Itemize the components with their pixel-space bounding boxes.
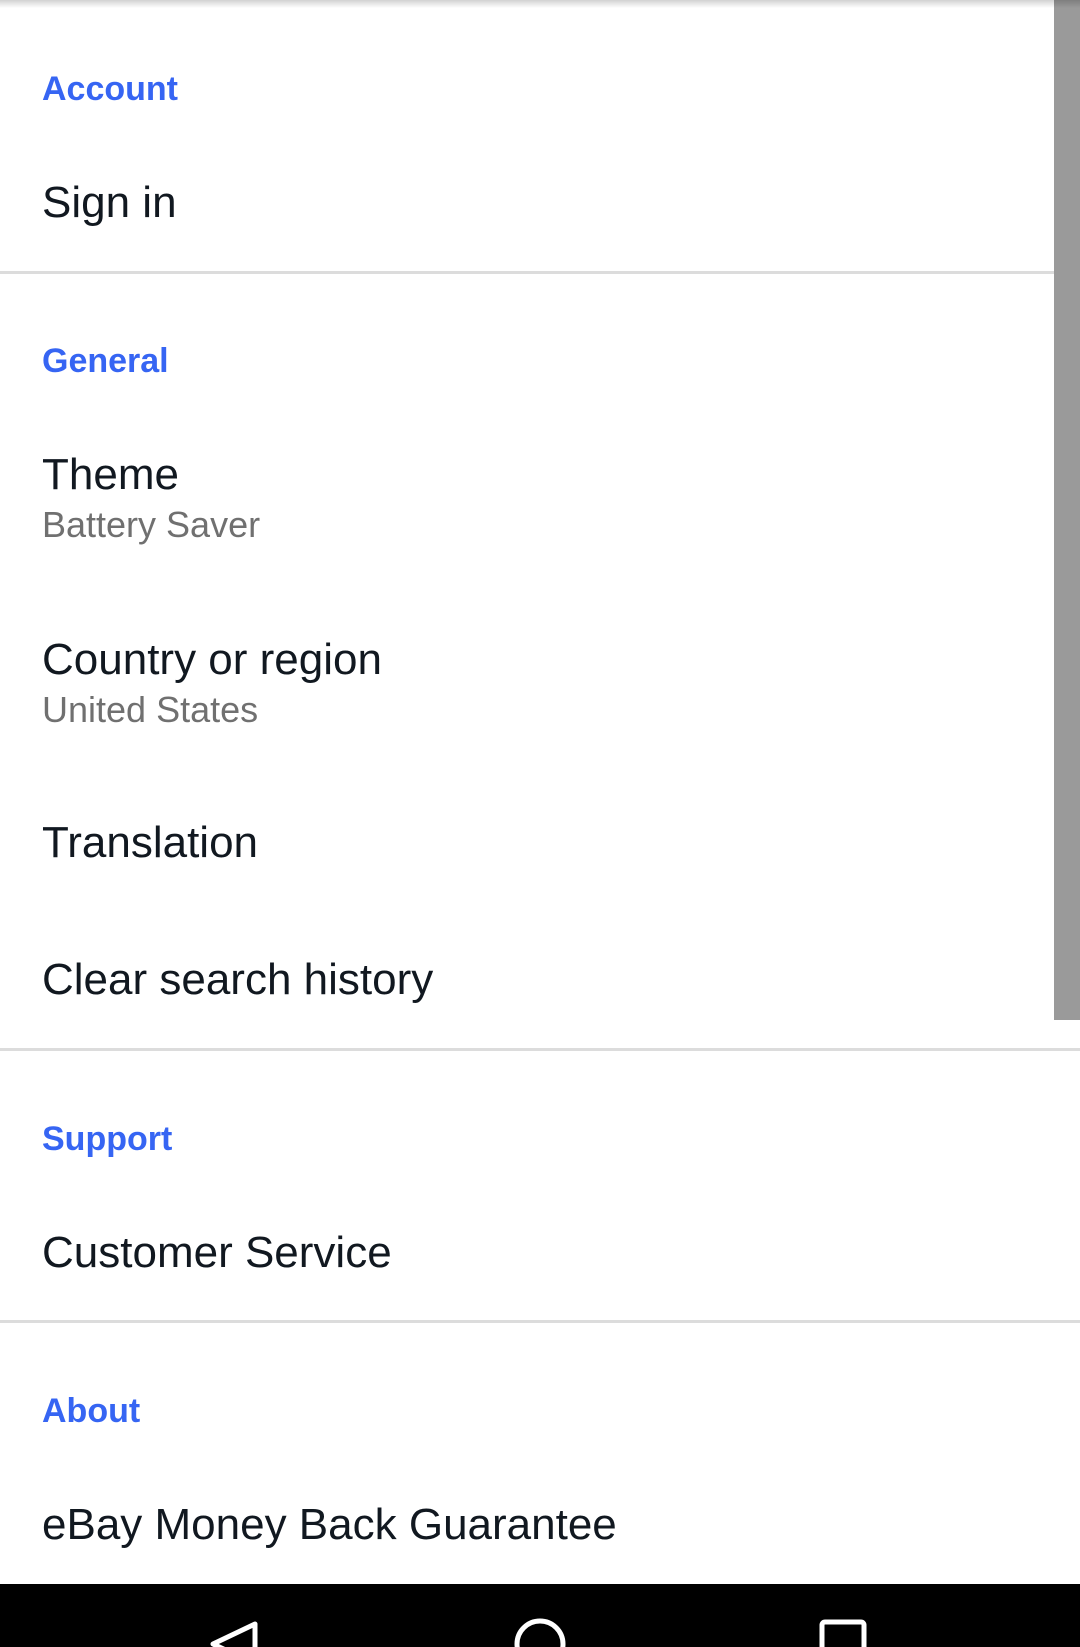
ebay-money-back-guarantee-item[interactable]: eBay Money Back Guarantee xyxy=(0,1470,1054,1584)
clear-search-history-item[interactable]: Clear search history xyxy=(0,927,1054,1047)
theme-label: Theme xyxy=(42,450,179,499)
circle-home-icon xyxy=(514,1618,566,1647)
translation-item[interactable]: Translation xyxy=(0,790,1054,910)
translation-label: Translation xyxy=(42,818,259,867)
theme-item[interactable]: Theme Battery Saver xyxy=(0,420,1054,585)
scrollbar[interactable] xyxy=(1054,0,1080,1020)
clear-search-history-label: Clear search history xyxy=(42,955,434,1004)
home-button[interactable] xyxy=(480,1584,600,1647)
section-header-account: Account xyxy=(42,70,178,108)
square-recents-icon xyxy=(819,1619,867,1647)
system-navigation-bar xyxy=(0,1584,1080,1647)
divider xyxy=(0,1320,1080,1323)
back-button[interactable] xyxy=(178,1584,298,1647)
customer-service-item[interactable]: Customer Service xyxy=(0,1200,1054,1320)
section-header-general: General xyxy=(42,342,169,380)
country-or-region-value: United States xyxy=(42,689,259,730)
customer-service-label: Customer Service xyxy=(42,1228,392,1277)
recents-button[interactable] xyxy=(783,1584,903,1647)
section-header-support: Support xyxy=(42,1120,173,1158)
sign-in-label: Sign in xyxy=(42,178,177,227)
triangle-back-icon xyxy=(210,1621,258,1647)
divider xyxy=(0,271,1080,274)
settings-screen: Account Sign in General Theme Battery Sa… xyxy=(0,0,1080,1647)
app-bar-shadow xyxy=(0,0,1080,8)
divider xyxy=(0,1048,1080,1051)
sign-in-item[interactable]: Sign in xyxy=(0,150,1054,270)
country-or-region-item[interactable]: Country or region United States xyxy=(0,605,1054,770)
theme-value: Battery Saver xyxy=(42,504,261,545)
ebay-money-back-guarantee-label: eBay Money Back Guarantee xyxy=(42,1500,617,1549)
country-or-region-label: Country or region xyxy=(42,635,382,684)
section-header-about: About xyxy=(42,1392,141,1430)
